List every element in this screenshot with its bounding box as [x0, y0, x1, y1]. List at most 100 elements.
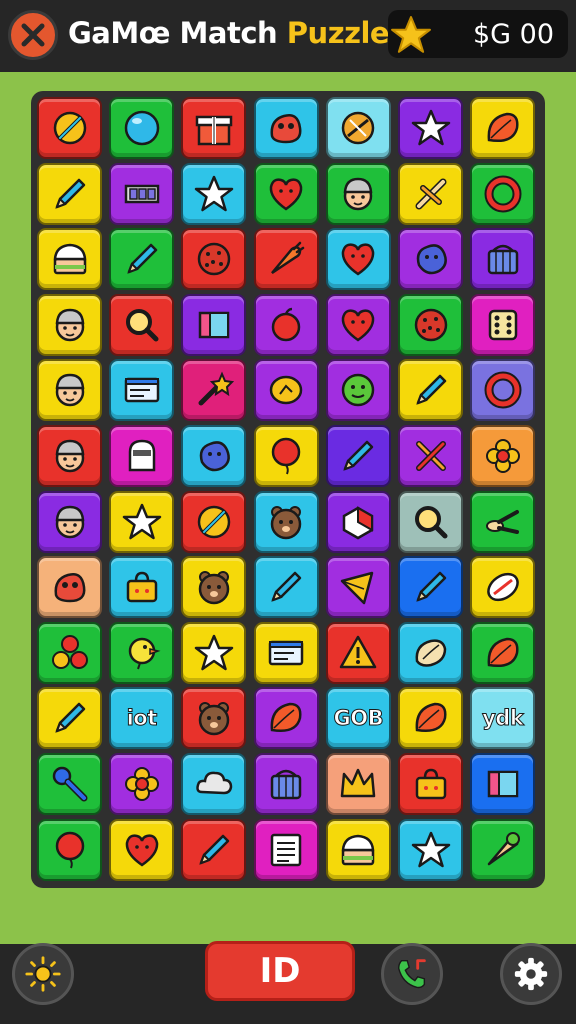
- settings-button[interactable]: [500, 943, 562, 1005]
- tile-r11-c5[interactable]: [325, 753, 391, 815]
- wand-icon: [198, 371, 235, 406]
- tile-r5-c2[interactable]: [109, 359, 175, 422]
- tile-r12-c5[interactable]: [325, 818, 391, 881]
- tile-r8-c1[interactable]: [37, 556, 102, 619]
- tile-r5-c1[interactable]: [37, 359, 102, 422]
- tile-r9-c1[interactable]: [37, 621, 102, 684]
- tile-r8-c6[interactable]: [398, 556, 463, 619]
- tile-r9-c7[interactable]: [470, 621, 536, 684]
- tile-r9-c3[interactable]: [181, 621, 247, 684]
- tile-r6-c5[interactable]: [325, 425, 391, 487]
- tile-r7-c3[interactable]: [181, 490, 247, 553]
- tile-r3-c3[interactable]: [181, 228, 247, 291]
- tile-r1-c2[interactable]: [109, 97, 175, 159]
- tile-r6-c3[interactable]: [181, 425, 247, 487]
- tile-r2-c2[interactable]: [109, 162, 175, 225]
- tile-r4-c3[interactable]: [181, 293, 247, 356]
- tile-r1-c7[interactable]: [470, 97, 536, 159]
- tile-r9-c2[interactable]: [109, 621, 175, 684]
- tile-r3-c5[interactable]: [325, 228, 391, 291]
- ghost-icon: [128, 439, 155, 472]
- tile-r12-c6[interactable]: [398, 818, 463, 881]
- gift-icon: [195, 115, 233, 146]
- tile-r4-c5[interactable]: [325, 293, 391, 356]
- tile-r10-c5[interactable]: GOB: [325, 687, 391, 750]
- tile-r2-c1[interactable]: [37, 162, 102, 225]
- tile-r4-c7[interactable]: [470, 293, 536, 356]
- tile-r3-c4[interactable]: [253, 228, 319, 291]
- hint-button[interactable]: [12, 943, 74, 1005]
- tile-r10-c3[interactable]: [181, 687, 247, 750]
- tile-r12-c3[interactable]: [181, 818, 247, 881]
- tile-r8-c4[interactable]: [253, 556, 319, 619]
- tile-r4-c2[interactable]: [109, 293, 175, 356]
- tile-r3-c2[interactable]: [109, 228, 175, 291]
- tile-r7-c1[interactable]: [37, 490, 102, 553]
- tile-r9-c6[interactable]: [398, 621, 463, 684]
- tile-r10-c7[interactable]: ydk: [470, 687, 536, 750]
- tile-r2-c4[interactable]: [253, 162, 319, 225]
- tile-r11-c2[interactable]: [109, 753, 175, 815]
- tile-r6-c1[interactable]: [37, 425, 102, 487]
- tile-r1-c6[interactable]: [398, 97, 463, 159]
- tile-r12-c7[interactable]: [470, 818, 536, 881]
- tile-r8-c5[interactable]: [325, 556, 391, 619]
- tile-r7-c2[interactable]: [109, 490, 175, 553]
- chick-icon: [128, 637, 161, 670]
- tile-r4-c6[interactable]: [398, 293, 463, 356]
- tile-r1-c5[interactable]: [325, 97, 391, 159]
- tile-r2-c5[interactable]: [325, 162, 391, 225]
- tile-r8-c2[interactable]: [109, 556, 175, 619]
- tile-r6-c6[interactable]: [398, 425, 463, 487]
- tile-r7-c4[interactable]: [253, 490, 319, 553]
- tile-r8-c7[interactable]: [470, 556, 536, 619]
- tile-r11-c3[interactable]: [181, 753, 247, 815]
- cube-icon: [343, 505, 374, 540]
- tile-r8-c3[interactable]: [181, 556, 247, 619]
- tile-r2-c6[interactable]: [398, 162, 463, 225]
- tile-r5-c4[interactable]: [253, 359, 319, 422]
- call-button[interactable]: [381, 943, 443, 1005]
- tile-r6-c2[interactable]: [109, 425, 175, 487]
- close-button[interactable]: [8, 10, 58, 60]
- tile-r1-c1[interactable]: [37, 97, 102, 159]
- tile-r3-c7[interactable]: [470, 228, 536, 291]
- tile-r7-c7[interactable]: [470, 490, 536, 553]
- tile-r7-c6[interactable]: [398, 490, 463, 553]
- tile-r4-c1[interactable]: [37, 293, 102, 356]
- tile-r12-c2[interactable]: [109, 818, 175, 881]
- lemon-icon: [269, 376, 303, 405]
- tile-r7-c5[interactable]: [325, 490, 391, 553]
- tile-r5-c3[interactable]: [181, 359, 247, 422]
- tile-r5-c6[interactable]: [398, 359, 463, 422]
- tile-r6-c7[interactable]: [470, 425, 536, 487]
- tile-r11-c6[interactable]: [398, 753, 463, 815]
- tile-r11-c7[interactable]: [470, 753, 536, 815]
- face-icon: [55, 308, 84, 342]
- creature-icon: [270, 114, 302, 144]
- magnifier-icon: [414, 505, 447, 539]
- tile-r6-c4[interactable]: [253, 425, 319, 487]
- tile-r2-c3[interactable]: [181, 162, 247, 225]
- tile-r9-c4[interactable]: [253, 621, 319, 684]
- tile-r3-c1[interactable]: [37, 228, 102, 291]
- tile-r10-c6[interactable]: [398, 687, 463, 750]
- tile-r10-c2[interactable]: iot: [109, 687, 175, 750]
- pencil-ball-icon: [197, 505, 231, 538]
- tile-r11-c4[interactable]: [253, 753, 319, 815]
- tile-r1-c4[interactable]: [253, 97, 319, 159]
- play-button[interactable]: ID: [205, 941, 355, 1001]
- tile-r2-c7[interactable]: [470, 162, 536, 225]
- face-icon: [55, 505, 84, 538]
- tile-r12-c4[interactable]: [253, 818, 319, 881]
- tile-r5-c5[interactable]: [325, 359, 391, 422]
- tile-r11-c1[interactable]: [37, 753, 102, 815]
- tile-r12-c1[interactable]: [37, 818, 102, 881]
- tile-r9-c5[interactable]: [325, 621, 391, 684]
- tile-r3-c6[interactable]: [398, 228, 463, 291]
- tile-r10-c1[interactable]: [37, 687, 102, 750]
- tile-r1-c3[interactable]: [181, 97, 247, 159]
- tile-r10-c4[interactable]: [253, 687, 319, 750]
- tile-r4-c4[interactable]: [253, 293, 319, 356]
- tile-r5-c7[interactable]: [470, 359, 536, 422]
